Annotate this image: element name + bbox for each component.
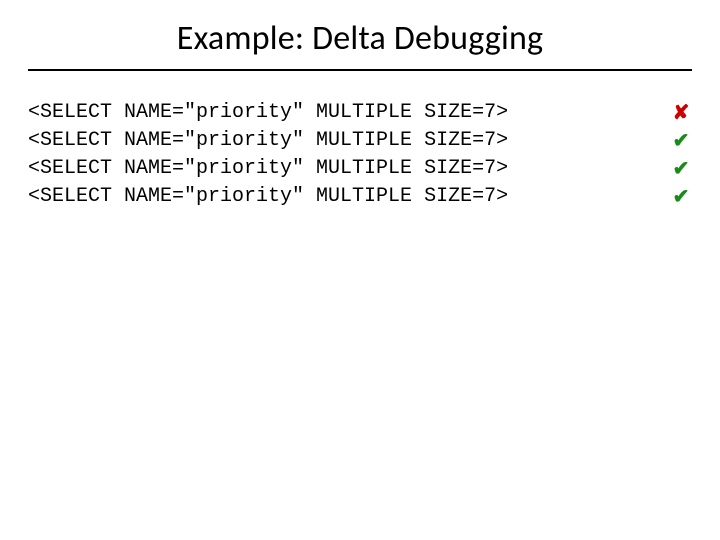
code-text: <SELECT NAME="priority" MULTIPLE SIZE=7> <box>28 99 508 127</box>
code-row: <SELECT NAME="priority" MULTIPLE SIZE=7>… <box>28 99 692 127</box>
slide-body: <SELECT NAME="priority" MULTIPLE SIZE=7>… <box>0 71 720 211</box>
code-row: <SELECT NAME="priority" MULTIPLE SIZE=7>… <box>28 183 692 211</box>
code-text: <SELECT NAME="priority" MULTIPLE SIZE=7> <box>28 155 508 183</box>
code-text: <SELECT NAME="priority" MULTIPLE SIZE=7> <box>28 127 508 155</box>
cross-icon: ✘ <box>670 99 692 127</box>
page-title: Example: Delta Debugging <box>0 0 720 65</box>
check-icon: ✔ <box>670 127 692 155</box>
code-row: <SELECT NAME="priority" MULTIPLE SIZE=7>… <box>28 127 692 155</box>
check-icon: ✔ <box>670 183 692 211</box>
code-row: <SELECT NAME="priority" MULTIPLE SIZE=7>… <box>28 155 692 183</box>
code-text: <SELECT NAME="priority" MULTIPLE SIZE=7> <box>28 183 508 211</box>
check-icon: ✔ <box>670 155 692 183</box>
slide: Example: Delta Debugging <SELECT NAME="p… <box>0 0 720 540</box>
